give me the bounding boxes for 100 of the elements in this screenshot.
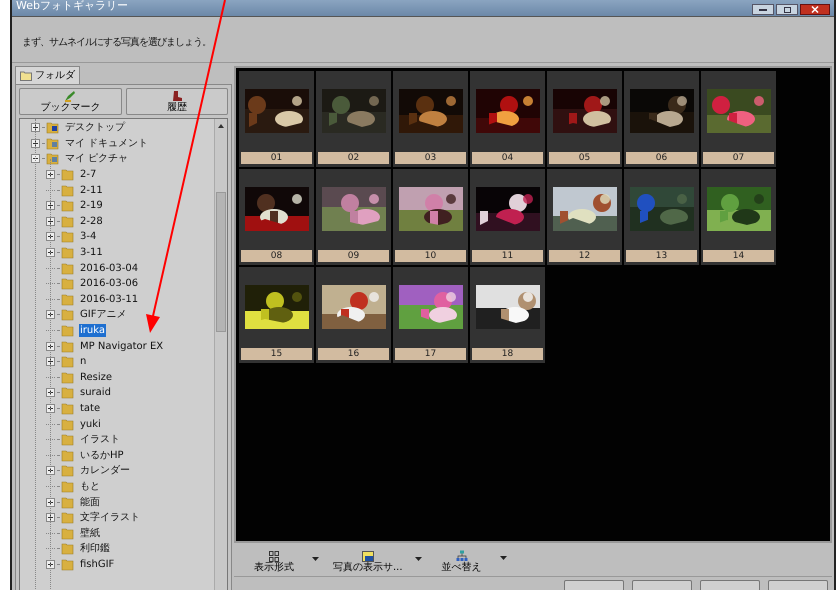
collapse-icon[interactable] xyxy=(31,154,40,164)
maximize-button[interactable] xyxy=(776,4,798,15)
dialog-button[interactable] xyxy=(768,580,828,590)
folder-icon xyxy=(61,262,74,275)
expand-icon[interactable] xyxy=(46,342,55,351)
thumbnail[interactable]: 05 xyxy=(547,71,622,167)
tree-item[interactable]: MP Navigator EX xyxy=(79,340,164,353)
folder-icon xyxy=(61,526,74,540)
tree-item[interactable]: マイ ドキュメント xyxy=(64,136,150,150)
expand-icon[interactable] xyxy=(46,513,55,522)
thumbnail-caption: 13 xyxy=(626,250,697,262)
tree-item[interactable]: tate xyxy=(79,402,102,415)
thumbnail-caption: 09 xyxy=(318,250,389,262)
history-button[interactable]: 履歴 xyxy=(126,88,228,115)
thumbnail-caption: 04 xyxy=(472,152,543,164)
expand-icon[interactable] xyxy=(46,248,55,258)
tree-item[interactable]: iruka xyxy=(79,324,106,338)
tree-item[interactable]: 2-7 xyxy=(79,168,98,182)
thumbnail[interactable]: 16 xyxy=(316,267,391,363)
tree-item[interactable]: suraid xyxy=(79,386,112,400)
expand-icon[interactable] xyxy=(46,388,55,398)
tree-item[interactable]: 2016-03-11 xyxy=(79,292,140,306)
folder-icon xyxy=(61,511,74,524)
expand-icon[interactable] xyxy=(46,216,55,226)
tree-item[interactable]: 2-11 xyxy=(79,184,104,197)
thumbnail-caption: 03 xyxy=(395,152,466,164)
tree-item[interactable]: 利印鑑 xyxy=(79,542,111,556)
grid-icon xyxy=(269,551,279,562)
thumbnail[interactable]: 14 xyxy=(701,169,776,265)
thumbnail[interactable]: 11 xyxy=(470,169,545,265)
tree-item[interactable]: GIFアニメ xyxy=(79,308,128,322)
tree-item[interactable]: 2016-03-04 xyxy=(79,262,140,275)
thumbnail[interactable]: 18 xyxy=(470,267,545,363)
dialog-button[interactable] xyxy=(564,580,624,590)
tree-item[interactable]: マイ ピクチャ xyxy=(64,152,130,166)
tree-item[interactable]: yuki xyxy=(79,418,102,431)
thumbnail-caption: 15 xyxy=(241,348,312,360)
tree-item[interactable]: n xyxy=(79,355,88,368)
dialog-button[interactable] xyxy=(632,580,692,590)
thumbnail[interactable]: 04 xyxy=(470,71,545,167)
expand-icon[interactable] xyxy=(46,560,55,569)
folder-icon xyxy=(61,308,74,322)
folder-icon xyxy=(61,246,74,260)
expand-icon[interactable] xyxy=(46,357,55,366)
minimize-button[interactable] xyxy=(752,4,774,15)
expand-icon[interactable] xyxy=(46,232,55,242)
thumbnail[interactable]: 12 xyxy=(547,169,622,265)
expand-icon[interactable] xyxy=(46,170,55,180)
expand-icon[interactable] xyxy=(31,123,40,132)
tree-item[interactable]: 文字イラスト xyxy=(79,511,141,524)
toolbar-button[interactable]: 表示形式 xyxy=(244,551,304,574)
toolbar-button[interactable]: 並べ替え xyxy=(432,550,492,574)
thumbnail[interactable]: 07 xyxy=(701,71,776,167)
scroll-thumb[interactable] xyxy=(216,192,226,332)
tree-item[interactable]: Resize xyxy=(79,370,114,384)
thumbnail[interactable]: 01 xyxy=(239,71,314,167)
thumbnail[interactable]: 06 xyxy=(624,71,699,167)
folder-icon xyxy=(61,402,74,415)
expand-icon[interactable] xyxy=(31,138,40,148)
dropdown-icon[interactable] xyxy=(500,556,507,560)
dialog-button[interactable] xyxy=(700,580,760,590)
folder-icon xyxy=(61,324,74,338)
scrollbar[interactable] xyxy=(214,119,227,590)
tree-item[interactable]: もと xyxy=(79,480,101,493)
tree-item[interactable]: fishGIF xyxy=(79,558,116,571)
tree-item[interactable]: カレンダー xyxy=(79,464,131,478)
dropdown-icon[interactable] xyxy=(312,556,319,560)
tree-item[interactable]: 能面 xyxy=(79,496,101,509)
expand-icon[interactable] xyxy=(46,404,55,413)
tree-item[interactable]: デスクトップ xyxy=(64,121,126,134)
tree-item[interactable]: イラスト xyxy=(79,433,121,446)
bookmark-button[interactable]: ブックマーク xyxy=(19,88,122,115)
tree-item[interactable]: 2-28 xyxy=(79,214,104,228)
dropdown-icon[interactable] xyxy=(414,556,422,560)
thumbnail-caption: 05 xyxy=(549,152,620,164)
tree-item[interactable]: 壁紙 xyxy=(79,526,101,540)
tree-item[interactable]: 2-19 xyxy=(79,199,104,212)
expand-icon[interactable] xyxy=(46,310,55,320)
sort-icon xyxy=(456,550,468,562)
thumbnail-caption: 08 xyxy=(241,250,312,262)
thumbnail[interactable]: 15 xyxy=(239,267,314,363)
close-button[interactable] xyxy=(800,4,830,15)
thumbnail[interactable]: 02 xyxy=(316,71,391,167)
toolbar-button[interactable]: 写真の表示サ... xyxy=(329,551,407,574)
expand-icon[interactable] xyxy=(46,466,55,476)
thumbnail[interactable]: 17 xyxy=(393,267,468,363)
folder-icon xyxy=(61,496,74,509)
expand-icon[interactable] xyxy=(46,201,55,210)
folder-tab[interactable]: フォルダ xyxy=(15,66,80,84)
thumbnail[interactable]: 09 xyxy=(316,169,391,265)
thumbnail[interactable]: 10 xyxy=(393,169,468,265)
tree-item[interactable]: 2016-03-06 xyxy=(79,277,140,290)
thumbnail[interactable]: 08 xyxy=(239,169,314,265)
thumbnail[interactable]: 03 xyxy=(393,71,468,167)
tree-item[interactable]: いるかHP xyxy=(79,448,125,462)
expand-icon[interactable] xyxy=(46,498,55,507)
tree-item[interactable]: 3-11 xyxy=(79,246,104,260)
scroll-up-icon[interactable] xyxy=(218,124,224,128)
tree-item[interactable]: 3-4 xyxy=(79,230,98,244)
thumbnail[interactable]: 13 xyxy=(624,169,699,265)
